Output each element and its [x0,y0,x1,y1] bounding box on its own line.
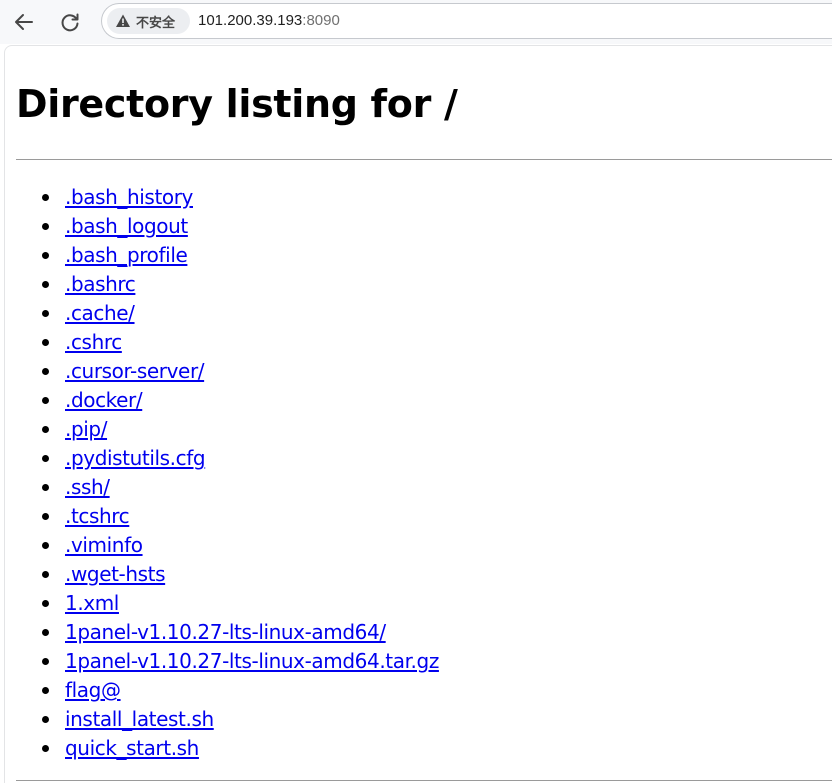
reload-icon [61,13,79,32]
file-link[interactable]: quick_start.sh [65,734,199,763]
file-link[interactable]: .docker/ [65,386,143,415]
file-link[interactable]: .bash_history [65,183,193,212]
security-indicator[interactable]: 不安全 [107,8,190,34]
back-button[interactable] [8,6,40,38]
browser-toolbar: 不安全 101.200.39.193:8090 [0,0,832,44]
file-link[interactable]: .tcshrc [65,502,130,531]
bullet-icon [42,368,49,375]
file-link[interactable]: 1panel-v1.10.27-lts-linux-amd64.tar.gz [65,647,439,676]
file-link[interactable]: .viminfo [65,531,143,560]
reload-button[interactable] [54,6,86,38]
bullet-icon [42,252,49,259]
bullet-icon [42,513,49,520]
security-label: 不安全 [136,15,176,31]
url-host: 101.200.39.193 [198,12,303,29]
bullet-icon [42,426,49,433]
bullet-icon [42,658,49,665]
page-title: Directory listing for / [16,82,458,126]
file-link[interactable]: .pydistutils.cfg [65,444,206,473]
bullet-icon [42,455,49,462]
file-link[interactable]: 1.xml [65,589,119,618]
file-link[interactable]: 1panel-v1.10.27-lts-linux-amd64/ [65,618,386,647]
bottom-divider [16,780,832,781]
warning-triangle-icon [115,13,131,29]
bullet-icon [42,484,49,491]
bullet-icon [42,629,49,636]
bullet-icon [42,716,49,723]
bullet-icon [42,600,49,607]
bullet-icon [42,339,49,346]
bullet-icon [42,281,49,288]
url-text[interactable]: 101.200.39.193:8090 [198,12,340,29]
file-link[interactable]: flag@ [65,676,121,705]
file-link[interactable]: .wget-hsts [65,560,166,589]
file-link[interactable]: .bash_profile [65,241,188,270]
address-bar[interactable]: 不安全 101.200.39.193:8090 [101,3,832,39]
file-link[interactable]: .bash_logout [65,212,188,241]
top-divider [16,159,832,160]
bullet-icon [42,571,49,578]
page-viewport: Directory listing for / .bash_history .ba… [4,45,832,783]
bullet-icon [42,194,49,201]
arrow-left-icon [15,14,33,30]
bullet-icon [42,542,49,549]
file-link[interactable]: .cursor-server/ [65,357,205,386]
bullet-icon [42,397,49,404]
file-link[interactable]: .bashrc [65,270,136,299]
file-link[interactable]: .cshrc [65,328,122,357]
bullet-icon [42,745,49,752]
file-link[interactable]: .ssh/ [65,473,110,502]
bullet-icon [42,687,49,694]
url-port: :8090 [302,12,340,29]
bullet-icon [42,310,49,317]
bullet-icon [42,223,49,230]
file-link[interactable]: .cache/ [65,299,135,328]
file-link[interactable]: install_latest.sh [65,705,214,734]
file-link[interactable]: .pip/ [65,415,107,444]
